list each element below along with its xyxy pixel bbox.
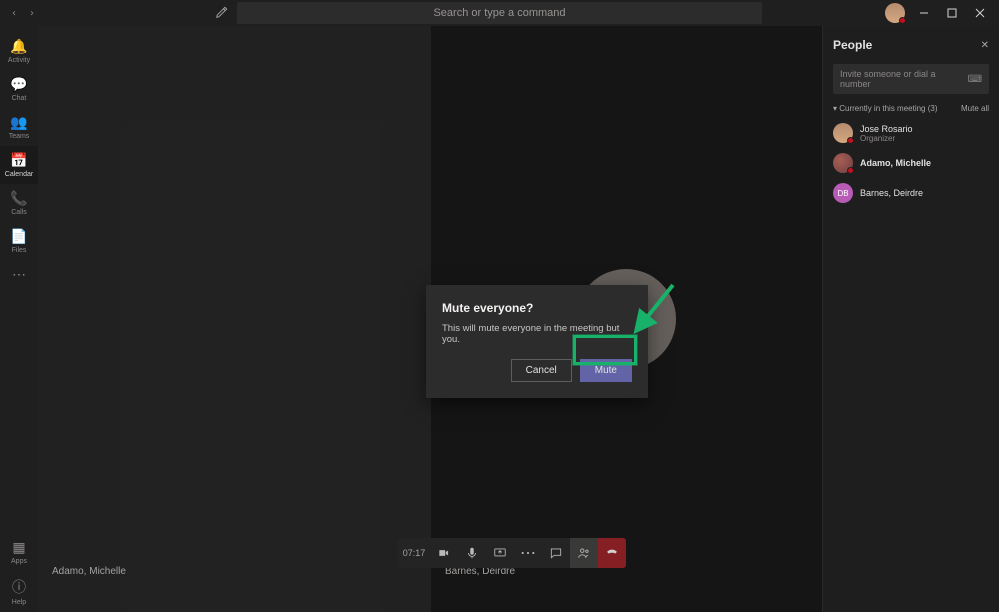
rail-label: Files <box>12 247 27 254</box>
help-icon: ⓘ <box>12 577 26 597</box>
rail-label: Teams <box>9 133 30 140</box>
rail-label: Apps <box>11 558 27 565</box>
app-rail: 🔔 Activity 💬 Chat 👥 Teams 📅 Calendar 📞 C… <box>0 26 38 612</box>
rail-calls[interactable]: 📞 Calls <box>0 184 38 222</box>
rail-chat[interactable]: 💬 Chat <box>0 70 38 108</box>
mute-everyone-dialog: Mute everyone? This will mute everyone i… <box>426 285 648 398</box>
rail-calendar[interactable]: 📅 Calendar <box>0 146 38 184</box>
section-chevron[interactable]: ▾ Currently in this meeting (3) <box>833 104 938 113</box>
participant-name: Adamo, Michelle <box>860 158 931 168</box>
mute-all-link[interactable]: Mute all <box>961 104 989 113</box>
bell-icon: 🔔 <box>10 38 27 55</box>
search-input[interactable]: Search or type a command <box>237 2 762 24</box>
participant-row[interactable]: Adamo, Michelle <box>833 153 989 173</box>
rail-label: Activity <box>8 57 30 64</box>
dialpad-icon[interactable]: ⌨ <box>968 74 982 85</box>
invite-placeholder: Invite someone or dial a number <box>840 69 968 89</box>
dialog-title: Mute everyone? <box>442 301 632 315</box>
dialog-body: This will mute everyone in the meeting b… <box>442 323 632 345</box>
files-icon: 📄 <box>10 228 27 245</box>
rail-label: Chat <box>12 95 27 102</box>
participant-avatar-icon: DB <box>833 183 853 203</box>
participant-row[interactable]: Jose Rosario Organizer <box>833 123 989 143</box>
chat-icon: 💬 <box>10 76 27 93</box>
rail-label: Calls <box>11 209 27 216</box>
window-minimize[interactable] <box>915 4 933 22</box>
rail-help[interactable]: ⓘ Help <box>0 571 38 612</box>
participant-name: Jose Rosario <box>860 124 913 134</box>
rail-files[interactable]: 📄 Files <box>0 222 38 260</box>
apps-icon: ▦ <box>12 539 25 556</box>
participant-name: Barnes, Deirdre <box>860 188 923 198</box>
rail-label: Help <box>12 599 26 606</box>
participant-row[interactable]: DB Barnes, Deirdre <box>833 183 989 203</box>
window-close[interactable] <box>971 4 989 22</box>
teams-icon: 👥 <box>10 114 27 131</box>
window-maximize[interactable] <box>943 4 961 22</box>
rail-label: Calendar <box>5 171 33 178</box>
nav-back[interactable]: ‹ <box>6 5 22 21</box>
calendar-icon: 📅 <box>10 152 27 169</box>
nav-forward[interactable]: › <box>24 5 40 21</box>
participant-avatar-icon <box>833 123 853 143</box>
rail-apps[interactable]: ▦ Apps <box>0 533 38 571</box>
rail-more[interactable]: ⋯ <box>0 260 38 289</box>
more-icon: ⋯ <box>12 266 26 283</box>
rail-activity[interactable]: 🔔 Activity <box>0 32 38 70</box>
profile-avatar[interactable] <box>885 3 905 23</box>
presence-badge <box>899 17 906 24</box>
new-message-icon[interactable] <box>215 5 229 22</box>
participant-role: Organizer <box>860 134 913 143</box>
people-panel: People ✕ Invite someone or dial a number… <box>822 26 999 612</box>
presence-badge <box>847 137 854 144</box>
cancel-button[interactable]: Cancel <box>511 359 572 382</box>
panel-title: People <box>833 38 872 52</box>
calls-icon: 📞 <box>10 190 27 207</box>
search-placeholder: Search or type a command <box>433 7 565 19</box>
presence-badge <box>847 167 854 174</box>
mute-button[interactable]: Mute <box>580 359 632 382</box>
participant-avatar-icon <box>833 153 853 173</box>
invite-input[interactable]: Invite someone or dial a number ⌨ <box>833 64 989 94</box>
rail-teams[interactable]: 👥 Teams <box>0 108 38 146</box>
panel-close-button[interactable]: ✕ <box>981 40 989 51</box>
